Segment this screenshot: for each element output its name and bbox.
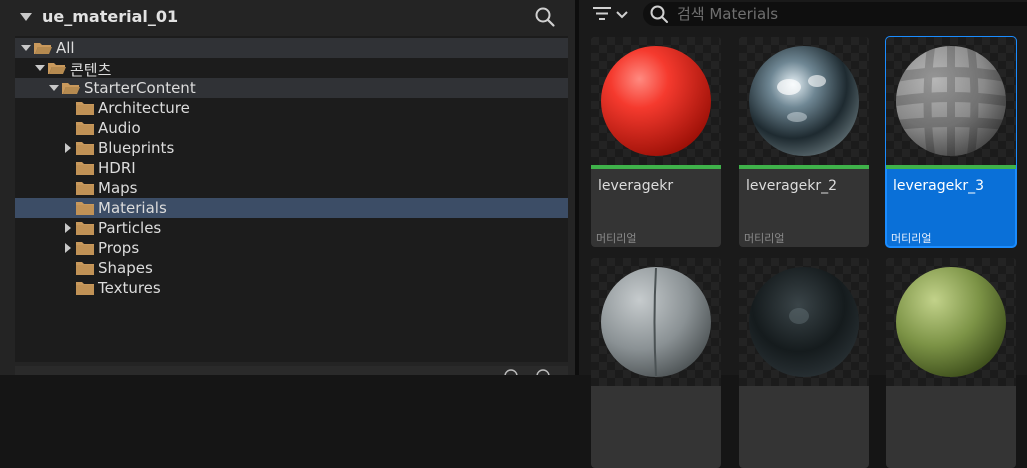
- search-icon: [535, 7, 555, 27]
- asset-search-box[interactable]: [643, 2, 1027, 26]
- folder-open-icon: [34, 43, 52, 54]
- collapsed-arrow-icon[interactable]: [61, 138, 75, 158]
- tree-item-particles[interactable]: Particles: [15, 218, 568, 238]
- tree-item-maps[interactable]: Maps: [15, 178, 568, 198]
- sources-header: ue_material_01: [0, 0, 575, 34]
- asset-tile[interactable]: leveragekr 머티리얼: [591, 37, 721, 247]
- asset-grid: leveragekr 머티리얼 leveragekr_2 머티리얼 leveragekr…: [579, 30, 1027, 468]
- tree-item-label: Materials: [98, 199, 167, 217]
- filter-button[interactable]: [591, 4, 633, 24]
- tree-item-all[interactable]: All: [15, 38, 568, 58]
- asset-type-label: 머티리얼: [744, 232, 785, 245]
- folder-icon: [76, 262, 94, 275]
- asset-search-input[interactable]: [677, 4, 1007, 24]
- tree-item-label: 콘텐츠: [70, 61, 112, 79]
- folder-icon: [76, 222, 94, 235]
- assets-panel: leveragekr머티리얼leveragekr_2머티리얼leveragekr…: [579, 0, 1027, 468]
- folder-icon: [76, 202, 94, 215]
- tree-item-label: Shapes: [98, 259, 153, 277]
- assets-toolbar: [579, 0, 1027, 27]
- material-sphere-thumbnail: [886, 258, 1016, 386]
- search-button[interactable]: [534, 6, 556, 28]
- tree-item-startercontent[interactable]: StarterContent: [15, 78, 568, 98]
- tree-item-audio[interactable]: Audio: [15, 118, 568, 138]
- asset-tile[interactable]: [886, 258, 1016, 468]
- asset-tile[interactable]: [591, 258, 721, 468]
- tree-item-label: Audio: [98, 119, 141, 137]
- collapsed-arrow-icon[interactable]: [61, 238, 75, 258]
- asset-name: leveragekr_3: [893, 178, 985, 194]
- tree-item-label: StarterContent: [84, 79, 196, 97]
- tree-item-label: Architecture: [98, 99, 190, 117]
- material-sphere-thumbnail: [739, 37, 869, 165]
- tree-item-콘텐츠[interactable]: 콘텐츠: [15, 58, 568, 79]
- tree-item-hdri[interactable]: HDRI: [15, 158, 568, 178]
- collapsed-arrow-icon[interactable]: [61, 218, 75, 238]
- expanded-arrow-icon[interactable]: [19, 38, 33, 58]
- material-sphere-thumbnail: [739, 258, 869, 386]
- asset-name: leveragekr: [598, 178, 674, 194]
- tree-item-label: Blueprints: [98, 139, 175, 157]
- folder-tree: All 콘텐츠 StarterContent Architecture Audio Blu…: [15, 36, 568, 362]
- tree-item-blueprints[interactable]: Blueprints: [15, 138, 568, 158]
- folder-icon: [76, 122, 94, 135]
- tree-item-label: HDRI: [98, 159, 136, 177]
- search-icon: [650, 5, 668, 23]
- folder-icon: [76, 242, 94, 255]
- tree-item-label: Props: [98, 239, 140, 257]
- folder-icon: [76, 182, 94, 195]
- asset-type-label: 머티리얼: [596, 232, 637, 245]
- folder-icon: [76, 162, 94, 175]
- asset-tile[interactable]: leveragekr_2 머티리얼: [739, 37, 869, 247]
- folder-icon: [76, 102, 94, 115]
- asset-type-color-bar: [591, 165, 721, 169]
- folder-open-icon: [62, 83, 80, 94]
- material-sphere-thumbnail: [591, 258, 721, 386]
- tree-item-textures[interactable]: Textures: [15, 278, 568, 298]
- collapse-caret-icon[interactable]: [20, 13, 32, 21]
- sources-panel: ue_material_01 All 콘텐츠 StarterContent Archi…: [0, 0, 575, 375]
- asset-name: leveragekr_2: [746, 178, 838, 194]
- material-sphere-thumbnail: [886, 37, 1016, 165]
- asset-tile[interactable]: [739, 258, 869, 468]
- tree-item-label: Maps: [98, 179, 138, 197]
- bottom-status-icons: [504, 369, 550, 375]
- folder-open-icon: [48, 63, 66, 74]
- tree-item-materials[interactable]: Materials: [15, 198, 568, 218]
- tree-item-label: Particles: [98, 219, 162, 237]
- tree-item-props[interactable]: Props: [15, 238, 568, 258]
- filter-icon: [593, 7, 628, 20]
- sources-title: ue_material_01: [42, 7, 179, 26]
- folder-icon: [76, 142, 94, 155]
- tree-scrollbar[interactable]: [15, 366, 568, 375]
- expanded-arrow-icon[interactable]: [47, 78, 61, 98]
- material-sphere-thumbnail: [591, 37, 721, 165]
- tree-item-architecture[interactable]: Architecture: [15, 98, 568, 118]
- asset-type-label: 머티리얼: [891, 232, 932, 245]
- chevron-down-icon: [616, 11, 628, 19]
- folder-icon: [76, 282, 94, 295]
- expanded-arrow-icon[interactable]: [33, 58, 47, 78]
- tree-item-label: Textures: [98, 279, 161, 297]
- tree-item-shapes[interactable]: Shapes: [15, 258, 568, 278]
- tree-item-label: All: [56, 39, 75, 57]
- asset-tile[interactable]: leveragekr_3 머티리얼: [885, 36, 1017, 248]
- asset-type-color-bar: [739, 165, 869, 169]
- asset-type-color-bar: [886, 165, 1016, 169]
